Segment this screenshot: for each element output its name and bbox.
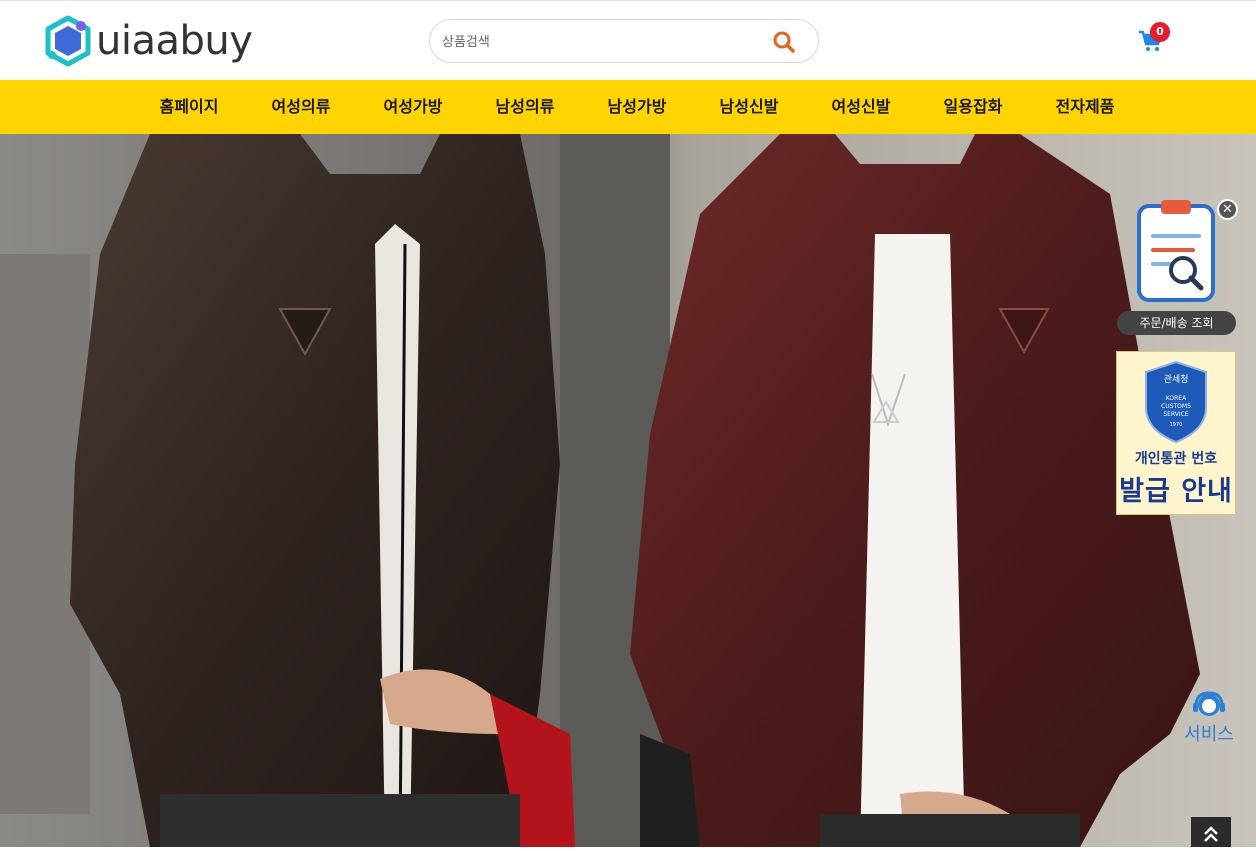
nav-item-womens-clothing[interactable]: 여성의류 [251, 80, 351, 134]
customs-subtitle: 발급 안내 [1119, 476, 1233, 507]
search-icon [773, 31, 795, 53]
customs-title: 개인통관 번호 [1134, 451, 1218, 467]
site-header: uiaabuy 0 [0, 0, 1256, 80]
logo-icon [45, 15, 91, 67]
logo[interactable]: uiaabuy [42, 15, 253, 67]
nav-item-electronics[interactable]: 전자제품 [1035, 80, 1135, 134]
search-box [429, 19, 819, 63]
customs-banner[interactable]: 관세청 KOREA CUSTOMS SERVICE 1970 개인통관 번호 발… [1116, 351, 1236, 515]
hero-banner[interactable] [0, 134, 1256, 847]
hero-image [0, 134, 1256, 847]
main-nav: 홈페이지 여성의류 여성가방 남성의류 남성가방 남성신발 여성신발 일용잡화 … [0, 80, 1256, 134]
customs-emblem-icon: 관세청 KOREA CUSTOMS SERVICE 1970 [1145, 360, 1207, 444]
nav-item-womens-shoes[interactable]: 여성신발 [811, 80, 911, 134]
cart-count-badge: 0 [1150, 22, 1170, 42]
nav-item-home[interactable]: 홈페이지 [139, 80, 239, 134]
svg-text:SERVICE: SERVICE [1163, 411, 1189, 418]
nav-item-mens-bags[interactable]: 남성가방 [587, 80, 687, 134]
headset-icon [1193, 691, 1225, 716]
svg-text:KOREA: KOREA [1166, 395, 1187, 402]
svg-text:CUSTOMS: CUSTOMS [1161, 403, 1191, 410]
nav-item-womens-bags[interactable]: 여성가방 [363, 80, 463, 134]
nav-item-mens-shoes[interactable]: 남성신발 [699, 80, 799, 134]
nav-item-daily-goods[interactable]: 일용잡화 [923, 80, 1023, 134]
customer-service-label: 서비스 [1184, 724, 1234, 745]
close-button[interactable]: ✕ [1217, 199, 1238, 220]
close-icon: ✕ [1222, 202, 1233, 217]
search-input[interactable] [442, 30, 762, 54]
double-chevron-up-icon [1204, 826, 1218, 842]
scroll-to-top-button[interactable] [1191, 817, 1231, 847]
search-button[interactable] [772, 30, 796, 54]
nav-item-mens-clothing[interactable]: 남성의류 [475, 80, 575, 134]
order-tracking-label: 주문/배송 조회 [1117, 311, 1236, 335]
customs-badge-year: 1970 [1170, 422, 1183, 428]
customer-service-button[interactable]: 서비스 [1178, 690, 1240, 746]
logo-text: uiaabuy [96, 18, 253, 64]
order-tracking-widget[interactable]: 주문/배송 조회 [1117, 198, 1236, 336]
customs-badge-top: 관세청 [1164, 374, 1189, 385]
